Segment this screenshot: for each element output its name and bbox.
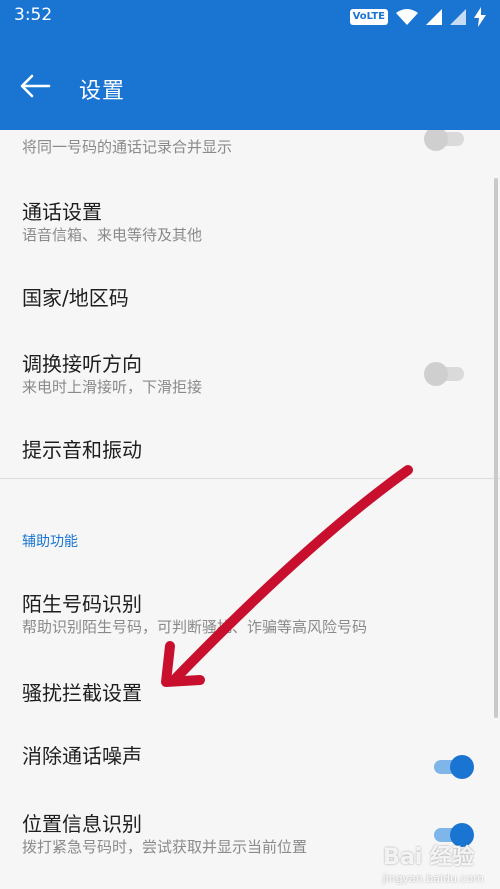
- setting-swap-answer[interactable]: 调换接听方向 来电时上滑接听，下滑拒接: [0, 338, 500, 402]
- section-header-accessibility: 辅助功能: [22, 534, 78, 550]
- setting-title: 消除通话噪声: [22, 744, 142, 768]
- setting-title: 骚扰拦截设置: [22, 681, 142, 705]
- setting-title: 提示音和振动: [22, 438, 142, 462]
- setting-subtitle: 来电时上滑接听，下滑拒接: [22, 378, 203, 396]
- setting-noise-cancel[interactable]: 消除通话噪声: [0, 734, 500, 790]
- scrollbar[interactable]: [494, 178, 498, 718]
- section-divider: [0, 478, 500, 479]
- setting-subtitle: 帮助识别陌生号码，可判断骚扰、诈骗等高风险号码: [22, 618, 368, 636]
- setting-unknown-number-id[interactable]: 陌生号码识别 帮助识别陌生号码，可判断骚扰、诈骗等高风险号码: [0, 578, 500, 642]
- settings-list: 将同一号码的通话记录合并显示 通话设置 语音信箱、来电等待及其他 国家/地区码 …: [0, 130, 500, 889]
- merge-call-log-toggle[interactable]: [424, 130, 468, 152]
- watermark-url: jingyan.baidu.com: [382, 872, 484, 885]
- setting-title: 通话设置: [22, 200, 102, 224]
- battery-charging-icon: [474, 7, 486, 27]
- watermark-logo: Bai 经验: [383, 845, 474, 870]
- setting-sound-vibration[interactable]: 提示音和振动: [0, 424, 500, 474]
- setting-country-code[interactable]: 国家/地区码: [0, 270, 500, 320]
- setting-title: 国家/地区码: [22, 286, 129, 310]
- setting-subtitle: 拨打紧急号码时，尝试获取并显示当前位置: [22, 838, 308, 856]
- page-title: 设置: [79, 79, 126, 104]
- setting-title: 调换接听方向: [22, 352, 142, 376]
- setting-subtitle: 语音信箱、来电等待及其他: [22, 226, 203, 244]
- setting-title: 陌生号码识别: [22, 592, 142, 616]
- signal-secondary-icon: [450, 9, 466, 25]
- setting-subtitle: 将同一号码的通话记录合并显示: [22, 138, 233, 156]
- noise-cancel-toggle[interactable]: [430, 754, 474, 780]
- status-time: 3:52: [14, 5, 53, 25]
- app-bar: 设置: [0, 34, 500, 130]
- wifi-icon: [396, 9, 418, 25]
- status-bar: 3:52 VoLTE: [0, 0, 500, 34]
- swap-answer-toggle[interactable]: [424, 361, 468, 387]
- setting-call-settings[interactable]: 通话设置 语音信箱、来电等待及其他: [0, 186, 500, 250]
- status-icons: VoLTE: [349, 7, 486, 27]
- setting-title: 位置信息识别: [22, 812, 142, 836]
- back-button[interactable]: [18, 72, 52, 100]
- volte-badge: VoLTE: [349, 9, 388, 25]
- arrow-back-icon: [20, 74, 51, 98]
- setting-merge-call-log[interactable]: 将同一号码的通话记录合并显示: [0, 130, 500, 164]
- signal-icon: [426, 9, 442, 25]
- setting-harassment-block[interactable]: 骚扰拦截设置: [0, 668, 500, 718]
